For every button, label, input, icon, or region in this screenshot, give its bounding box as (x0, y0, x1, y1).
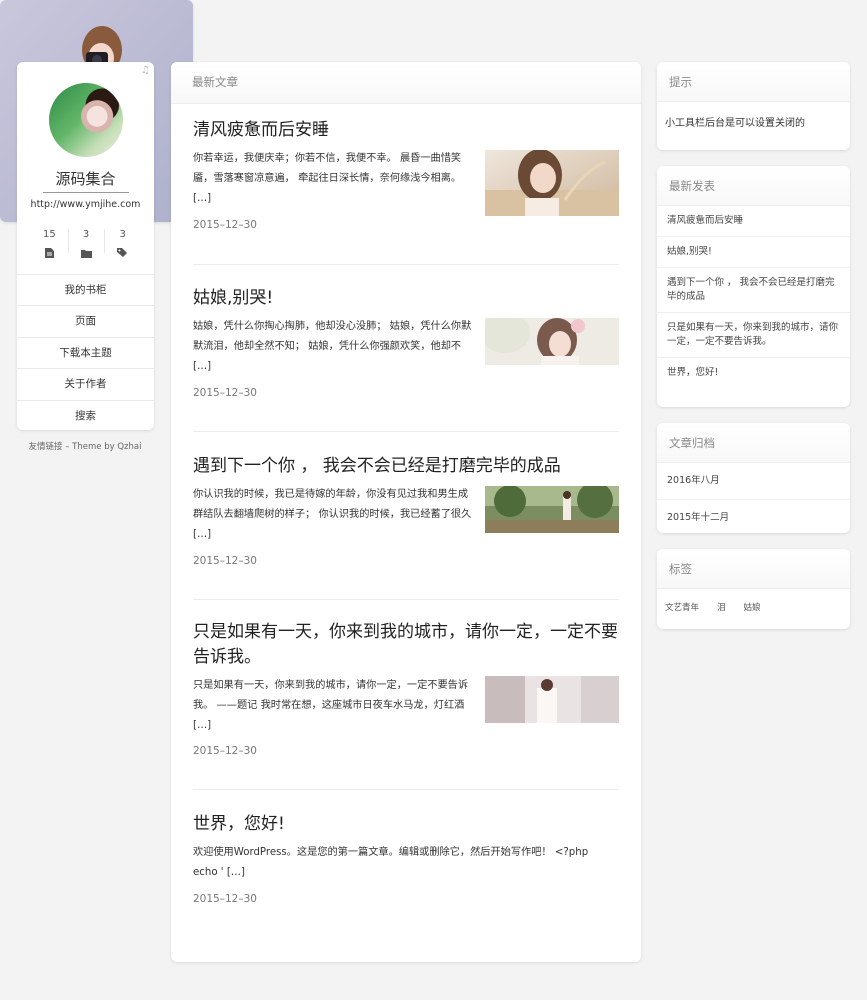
recent-posts-widget: 最新发表 清风疲惫而后安睡 姑娘,别哭! 遇到下一个你 ， 我会不会已经是打磨完… (657, 166, 850, 407)
post-divider (193, 264, 619, 265)
tag-link[interactable]: 姑娘 (744, 601, 761, 613)
post-title[interactable]: 遇到下一个你 ， 我会不会已经是打磨完毕的成品 (193, 454, 619, 479)
post-excerpt: 只是如果有一天，你来到我的城市，请你一定，一定不要告诉我。 ——题记 我时常在想… (193, 680, 469, 731)
avatar[interactable] (49, 83, 123, 157)
post-title[interactable]: 世界，您好! (193, 812, 619, 837)
footer-links[interactable]: 友情链接 – Theme by Qzhai (10, 440, 160, 452)
post-date: 2015–12–30 (193, 893, 257, 905)
post-item: 清风疲惫而后安睡 你若幸运，我便庆幸；你若不信，我便不幸。 晨昏一曲惜笑靥，雪落… (193, 118, 619, 238)
post-thumbnail[interactable] (485, 676, 619, 723)
stat-posts[interactable]: 15 (31, 228, 68, 258)
tip-heading: 提示 (657, 62, 850, 102)
post-divider (193, 789, 619, 790)
archive-list: 2016年八月 2015年十二月 (657, 463, 850, 536)
recent-heading: 最新发表 (657, 166, 850, 206)
post-date: 2015–12–30 (193, 387, 257, 399)
stat-categories-count: 3 (82, 229, 90, 240)
post-item: 世界，您好! 欢迎使用WordPress。这是您的第一篇文章。编辑或删除它，然后… (193, 812, 619, 922)
folder-icon (80, 243, 92, 262)
tip-widget: 提示 小工具栏后台是可以设置关闭的 (657, 62, 850, 150)
music-note-icon[interactable]: ♫ (141, 65, 150, 76)
stat-posts-count: 15 (42, 229, 56, 240)
post-thumbnail[interactable] (485, 486, 619, 533)
post-title[interactable]: 只是如果有一天，你来到我的城市，请你一定，一定不要告诉我。 (193, 620, 619, 670)
main-panel: 最新文章 清风疲惫而后安睡 你若幸运，我便庆幸；你若不信，我便不幸。 晨昏一曲惜… (171, 62, 641, 962)
post-excerpt: 你若幸运，我便庆幸；你若不信，我便不幸。 晨昏一曲惜笑靥，雪落寒窗凉意遍， 牵起… (193, 153, 462, 204)
post-date: 2015–12–30 (193, 745, 257, 757)
post-date: 2015–12–30 (193, 219, 257, 231)
post-title[interactable]: 清风疲惫而后安睡 (193, 118, 619, 143)
post-thumbnail[interactable] (485, 318, 619, 365)
recent-post-link[interactable]: 世界，您好! (657, 357, 850, 388)
post-item: 姑娘,别哭! 姑娘，凭什么你掏心掏肺，他却没心没肺； 姑娘，凭什么你默默流泪，他… (193, 286, 619, 406)
post-item: 遇到下一个你 ， 我会不会已经是打磨完毕的成品 你认识我的时候，我已是待嫁的年龄… (193, 454, 619, 574)
site-name[interactable]: 源码集合 (17, 168, 154, 189)
archive-heading: 文章归档 (657, 423, 850, 463)
tags-widget: 标签 文艺青年 泪 姑娘 (657, 549, 850, 629)
site-url[interactable]: http://www.ymjihe.com (17, 199, 154, 210)
recent-list: 清风疲惫而后安睡 姑娘,别哭! 遇到下一个你 ， 我会不会已经是打磨完毕的成品 … (657, 206, 850, 388)
file-icon (44, 243, 54, 262)
tag-link[interactable]: 文艺青年 (665, 601, 699, 613)
archive-link[interactable]: 2015年十二月 (657, 499, 850, 536)
menu-item-search[interactable]: 搜索 (17, 399, 154, 431)
post-excerpt: 姑娘，凭什么你掏心掏肺，他却没心没肺； 姑娘，凭什么你默默流泪，他却全然不知； … (193, 321, 472, 372)
archive-link[interactable]: 2016年八月 (657, 463, 850, 499)
recent-post-link[interactable]: 姑娘,别哭! (657, 236, 850, 267)
post-excerpt: 欢迎使用WordPress。这是您的第一篇文章。编辑或删除它，然后开始写作吧！ … (193, 847, 589, 878)
tip-text: 小工具栏后台是可以设置关闭的 (665, 118, 805, 129)
tags-heading: 标签 (657, 549, 850, 589)
stats-row: 15 3 3 (31, 228, 141, 258)
main-heading: 最新文章 (171, 62, 641, 104)
stat-categories[interactable]: 3 (67, 228, 105, 258)
recent-post-link[interactable]: 遇到下一个你 ， 我会不会已经是打磨完毕的成品 (657, 267, 850, 312)
post-title[interactable]: 姑娘,别哭! (193, 286, 619, 311)
menu-item-download-theme[interactable]: 下载本主题 (17, 336, 154, 368)
post-thumbnail[interactable] (485, 150, 619, 216)
profile-card: ♫ 源码集合 http://www.ymjihe.com 15 3 3 我的书柜… (17, 62, 154, 430)
recent-post-link[interactable]: 只是如果有一天，你来到我的城市，请你一定，一定不要告诉我。 (657, 312, 850, 357)
tag-cloud: 文艺青年 泪 姑娘 (657, 589, 850, 625)
post-excerpt: 你认识我的时候，我已是待嫁的年龄，你没有见过我和男生成群结队去翻墙爬树的样子； … (193, 489, 472, 540)
post-item: 只是如果有一天，你来到我的城市，请你一定，一定不要告诉我。 只是如果有一天，你来… (193, 620, 619, 765)
tags-icon (117, 243, 128, 262)
tag-link[interactable]: 泪 (717, 601, 726, 613)
menu-item-pages[interactable]: 页面 (17, 305, 154, 336)
stat-tags[interactable]: 3 (104, 228, 141, 257)
menu-item-about-author[interactable]: 关于作者 (17, 368, 154, 399)
post-divider (193, 599, 619, 600)
menu-item-bookshelf[interactable]: 我的书柜 (17, 274, 154, 305)
site-name-divider (43, 192, 129, 193)
stat-tags-count: 3 (119, 229, 126, 240)
post-date: 2015–12–30 (193, 555, 257, 567)
post-divider (193, 431, 619, 432)
recent-post-link[interactable]: 清风疲惫而后安睡 (657, 206, 850, 236)
archive-widget: 文章归档 2016年八月 2015年十二月 (657, 423, 850, 533)
profile-menu: 我的书柜 页面 下载本主题 关于作者 搜索 (17, 274, 154, 431)
